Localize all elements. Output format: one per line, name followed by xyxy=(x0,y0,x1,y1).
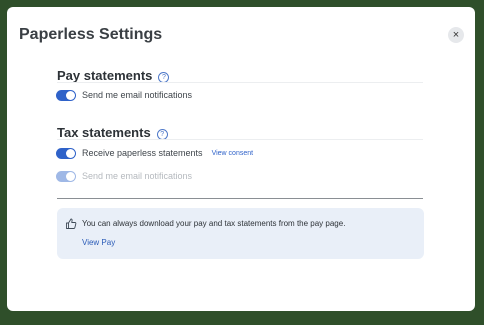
pay-email-toggle[interactable] xyxy=(56,89,76,101)
modal-title: Paperless Settings xyxy=(19,26,163,43)
tax-statements-title: Tax statements xyxy=(57,125,151,140)
info-box: You can always download your pay and tax… xyxy=(57,208,424,259)
pay-statements-heading: Pay statements? xyxy=(57,68,170,83)
content-divider xyxy=(57,198,423,199)
section-divider xyxy=(57,82,423,83)
thumbs-up-icon xyxy=(66,218,77,229)
tax-paperless-toggle-label: Receive paperless statements xyxy=(82,148,203,158)
view-pay-link[interactable]: View Pay xyxy=(82,238,115,247)
tax-paperless-toggle[interactable] xyxy=(56,147,76,159)
tax-email-toggle-row: Send me email notifications xyxy=(56,169,192,183)
toggle-knob xyxy=(66,90,75,100)
paperless-settings-modal: Paperless Settings × Pay statements? Sen… xyxy=(7,7,475,311)
tax-paperless-toggle-row: Receive paperless statements View consen… xyxy=(56,146,253,160)
tax-email-toggle-label: Send me email notifications xyxy=(82,171,193,181)
section-divider xyxy=(57,139,423,140)
window-frame: Paperless Settings × Pay statements? Sen… xyxy=(0,0,484,325)
toggle-knob xyxy=(66,171,75,181)
toggle-knob xyxy=(66,148,75,158)
tax-email-toggle[interactable] xyxy=(56,170,76,182)
info-text: You can always download your pay and tax… xyxy=(82,219,346,228)
pay-email-toggle-label: Send me email notifications xyxy=(82,90,193,100)
tax-statements-heading: Tax statements? xyxy=(57,125,168,140)
pay-statements-title: Pay statements xyxy=(57,68,153,83)
close-button[interactable]: × xyxy=(448,27,464,43)
pay-email-toggle-row: Send me email notifications xyxy=(56,88,192,102)
view-consent-link[interactable]: View consent xyxy=(212,150,254,157)
